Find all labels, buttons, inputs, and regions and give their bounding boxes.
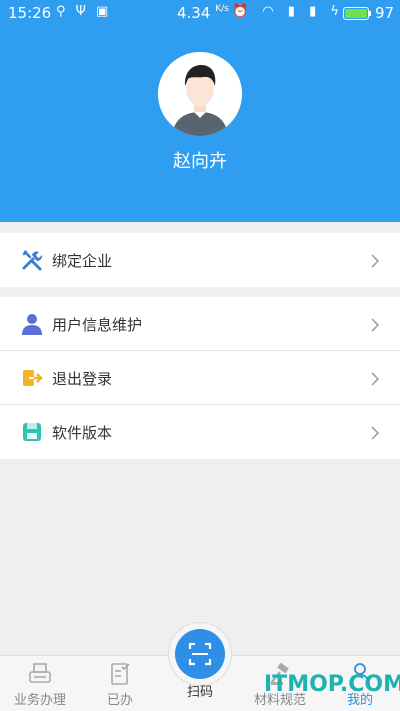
menu-item-label: 用户信息维护 [52, 316, 143, 334]
menu-item-label: 绑定企业 [52, 252, 113, 270]
logout-icon [21, 367, 43, 389]
battery-percent: 97 [375, 4, 395, 22]
menu-item-logout[interactable]: 退出登录 [0, 351, 400, 405]
wrench-screwdriver-icon [21, 249, 43, 271]
menu-item-label: 退出登录 [52, 370, 113, 388]
menu-group-account: 用户信息维护 退出登录 软件版本 [0, 297, 400, 459]
menu-item-label: 软件版本 [52, 424, 113, 442]
printer-icon [28, 662, 52, 686]
menu-group-enterprise: 绑定企业 [0, 233, 400, 287]
user-name: 赵向卉 [173, 151, 227, 172]
menu-item-version[interactable]: 软件版本 [0, 405, 400, 459]
scan-label: 扫码 [186, 685, 213, 700]
menu-item-user-info[interactable]: 用户信息维护 [0, 297, 400, 351]
nav-label: 业务办理 [13, 693, 66, 708]
user-icon [21, 313, 43, 335]
nav-label: 已办 [106, 693, 133, 708]
save-icon [21, 421, 43, 443]
menu-item-bind-enterprise[interactable]: 绑定企业 [0, 233, 400, 287]
battery-icon [343, 7, 369, 20]
status-time: 15:26 [8, 4, 52, 22]
status-system-icons: ⏰ ◠ ▮ ▮ ϟ [232, 4, 344, 19]
checklist-icon [108, 662, 132, 686]
profile-header: 15:26 ⚲ Ψ ▣ 4.34 K/s ⏰ ◠ ▮ ▮ ϟ 97 赵向卉 [0, 0, 400, 222]
scan-icon [188, 642, 212, 666]
chevron-right-icon [370, 371, 380, 386]
status-notification-icons: ⚲ Ψ ▣ [56, 4, 112, 19]
scan-button[interactable] [175, 629, 225, 679]
battery-tip [369, 11, 371, 16]
avatar[interactable] [158, 52, 242, 136]
chevron-right-icon [370, 253, 380, 268]
nav-item-business[interactable]: 业务办理 [0, 656, 80, 711]
watermark-text: ITMOP.COM [264, 672, 400, 697]
chevron-right-icon [370, 425, 380, 440]
nav-item-done[interactable]: 已办 [80, 656, 160, 711]
status-net-speed: 4.34 K/s [177, 4, 229, 22]
chevron-right-icon [370, 317, 380, 332]
status-bar: 15:26 ⚲ Ψ ▣ 4.34 K/s ⏰ ◠ ▮ ▮ ϟ 97 [0, 0, 400, 26]
